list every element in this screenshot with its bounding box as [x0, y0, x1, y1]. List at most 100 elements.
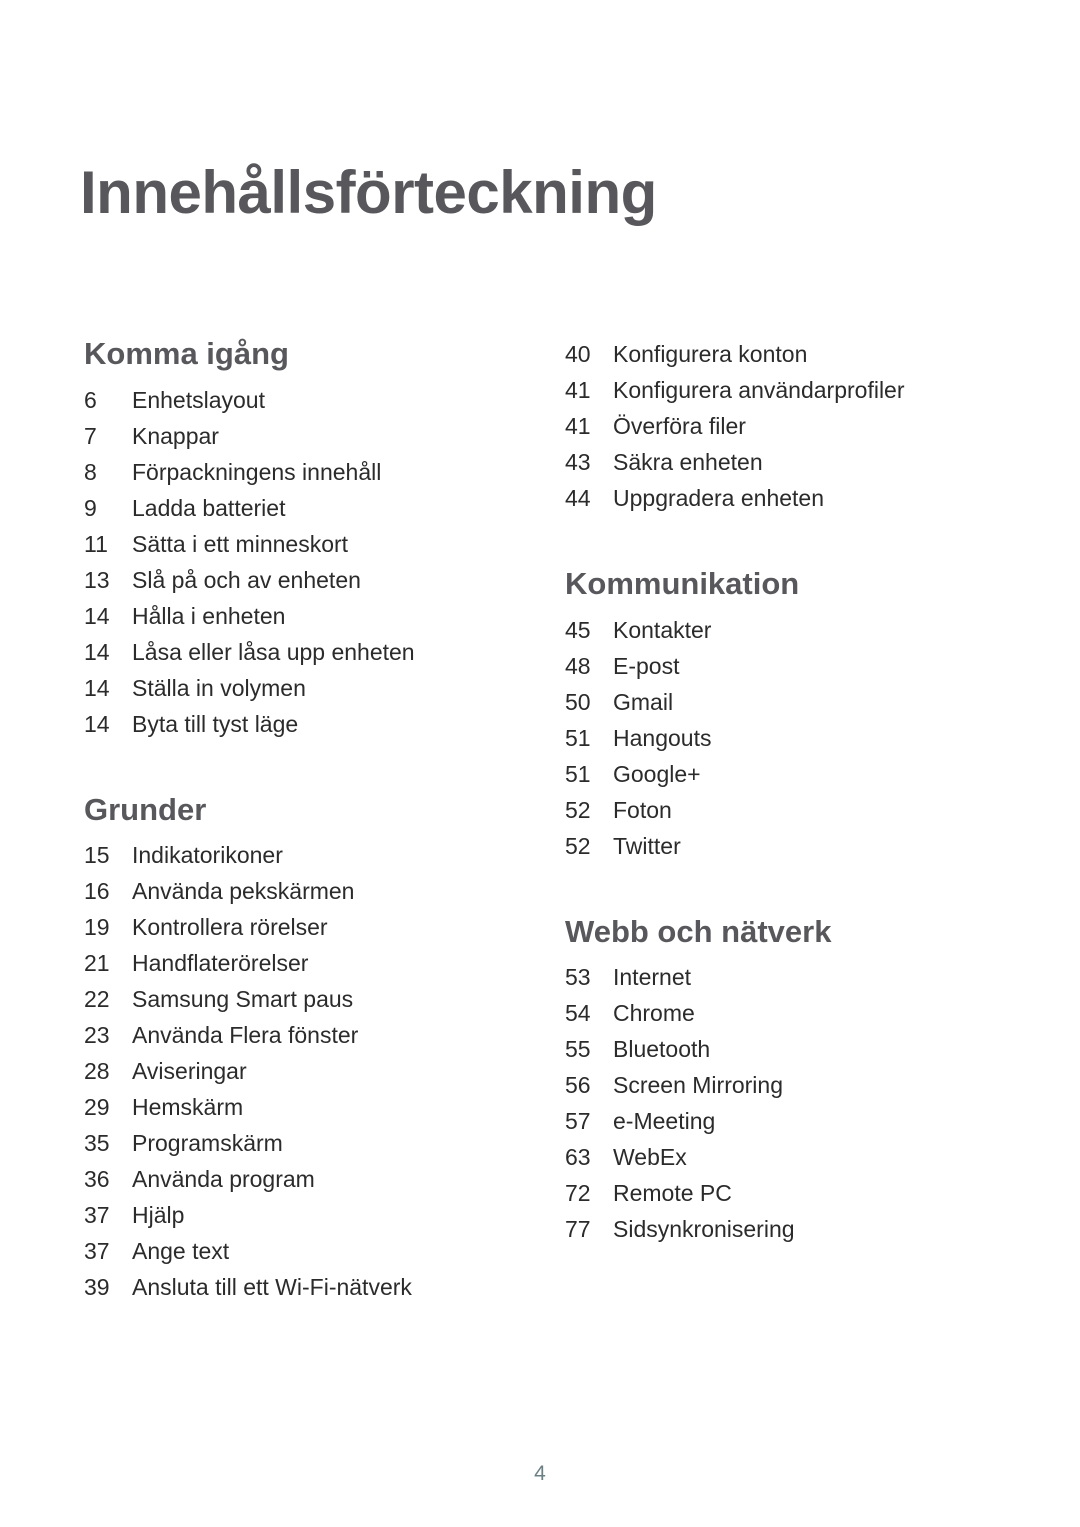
toc-entry[interactable]: 39 Ansluta till ett Wi-Fi-nätverk — [84, 1269, 504, 1305]
toc-entry-page-number: 72 — [565, 1180, 591, 1207]
toc-entry[interactable]: 11 Sätta i ett minneskort — [84, 526, 504, 562]
toc-entry[interactable]: 23 Använda Flera fönster — [84, 1017, 504, 1053]
toc-entry[interactable]: 16 Använda pekskärmen — [84, 873, 504, 909]
toc-entry[interactable]: 9 Ladda batteriet — [84, 490, 504, 526]
toc-entry-label: Använda pekskärmen — [132, 878, 355, 905]
toc-entry-label: Kontakter — [613, 616, 712, 643]
toc-entry-label: Screen Mirroring — [613, 1072, 783, 1099]
toc-entry[interactable]: 36 Använda program — [84, 1161, 504, 1197]
toc-entry[interactable]: 37 Ange text — [84, 1233, 504, 1269]
toc-entry-label: Använda program — [132, 1166, 315, 1193]
toc-entry-page-number: 6 — [84, 386, 97, 413]
toc-column-left: Komma igång 6 Enhetslayout 7 Knappar 8 Förpack… — [84, 336, 504, 1305]
toc-section-heading: Webb och nätverk — [565, 913, 832, 949]
toc-entry[interactable]: 41 Överföra filer — [565, 408, 985, 444]
toc-entry-label: Konfigurera konton — [613, 341, 808, 367]
toc-entry-list: 53 Internet 54 Chrome 55 Bluetooth 56 Screen Mi… — [565, 959, 985, 1247]
toc-entry[interactable]: 40 Konfigurera konton — [565, 336, 985, 372]
toc-entry-page-number: 19 — [84, 914, 110, 941]
toc-entry-page-number: 41 — [565, 413, 591, 439]
toc-entry[interactable]: 43 Säkra enheten — [565, 444, 985, 480]
toc-entry-page-number: 41 — [565, 377, 591, 403]
toc-entry[interactable]: 37 Hjälp — [84, 1197, 504, 1233]
toc-entry-page-number: 8 — [84, 458, 97, 485]
toc-entry-label: Bluetooth — [613, 1036, 711, 1063]
toc-entry[interactable]: 8 Förpackningens innehåll — [84, 454, 504, 490]
toc-entry[interactable]: 28 Aviseringar — [84, 1053, 504, 1089]
toc-entry[interactable]: 41 Konfigurera användarprofiler — [565, 372, 985, 408]
toc-entry[interactable]: 15 Indikatorikoner — [84, 837, 504, 873]
toc-entry[interactable]: 57 e-Meeting — [565, 1103, 985, 1139]
toc-entry-label: Konfigurera användarprofiler — [613, 377, 905, 403]
toc-entry[interactable]: 44 Uppgradera enheten — [565, 480, 985, 516]
page-number-footer: 4 — [534, 1462, 546, 1485]
toc-section: Grunder 15 Indikatorikoner 16 Använda pekskä… — [84, 792, 504, 1306]
toc-entry-page-number: 50 — [565, 688, 591, 715]
page-title: Innehållsförteckning — [80, 159, 657, 227]
toc-entry-page-number: 51 — [565, 724, 591, 751]
toc-entry[interactable]: 77 Sidsynkronisering — [565, 1211, 985, 1247]
toc-entry[interactable]: 56 Screen Mirroring — [565, 1067, 985, 1103]
toc-entry-label: E-post — [613, 652, 680, 679]
toc-entry[interactable]: 52 Twitter — [565, 828, 985, 864]
toc-entry-label: Slå på och av enheten — [132, 566, 361, 593]
toc-entry-page-number: 11 — [84, 530, 108, 557]
toc-entry-page-number: 14 — [84, 710, 110, 737]
toc-entry-label: Använda Flera fönster — [132, 1022, 359, 1049]
toc-section: Webb och nätverk 53 Internet 54 Chrome 55 Blue… — [565, 914, 985, 1248]
toc-entry[interactable]: 14 Ställa in volymen — [84, 670, 504, 706]
toc-entry-label: Säkra enheten — [613, 449, 763, 475]
toc-entry[interactable]: 51 Google+ — [565, 756, 985, 792]
toc-entry-page-number: 37 — [84, 1202, 110, 1229]
toc-entry[interactable]: 50 Gmail — [565, 684, 985, 720]
toc-entry-label: Ladda batteriet — [132, 494, 286, 521]
toc-entry-label: Foton — [613, 796, 672, 823]
toc-entry[interactable]: 22 Samsung Smart paus — [84, 981, 504, 1017]
toc-entry[interactable]: 14 Byta till tyst läge — [84, 706, 504, 742]
toc-entry-page-number: 15 — [84, 842, 110, 869]
toc-entry[interactable]: 55 Bluetooth — [565, 1031, 985, 1067]
toc-entry[interactable]: 14 Låsa eller låsa upp enheten — [84, 634, 504, 670]
toc-entry-label: Chrome — [613, 1000, 695, 1027]
toc-entry-label: Programskärm — [132, 1130, 283, 1157]
toc-entry[interactable]: 63 WebEx — [565, 1139, 985, 1175]
toc-entry-label: Låsa eller låsa upp enheten — [132, 638, 415, 665]
toc-entry-page-number: 13 — [84, 566, 110, 593]
toc-entry-label: Ställa in volymen — [132, 674, 306, 701]
toc-entry[interactable]: 29 Hemskärm — [84, 1089, 504, 1125]
toc-entry-page-number: 7 — [84, 422, 97, 449]
toc-section: Kommunikation 45 Kontakter 48 E-post 50 Gmail 5… — [565, 566, 985, 864]
toc-entry[interactable]: 53 Internet — [565, 959, 985, 995]
toc-entry[interactable]: 45 Kontakter — [565, 612, 985, 648]
toc-entry[interactable]: 6 Enhetslayout — [84, 382, 504, 418]
toc-entry-label: Sidsynkronisering — [613, 1216, 795, 1243]
toc-entry-list: 40 Konfigurera konton 41 Konfigurera använd… — [565, 336, 985, 516]
toc-entry[interactable]: 72 Remote PC — [565, 1175, 985, 1211]
toc-entry-page-number: 14 — [84, 602, 110, 629]
toc-entry-label: e-Meeting — [613, 1108, 716, 1135]
toc-entry[interactable]: 7 Knappar — [84, 418, 504, 454]
toc-entry[interactable]: 35 Programskärm — [84, 1125, 504, 1161]
toc-entry-page-number: 28 — [84, 1058, 110, 1085]
toc-entry[interactable]: 13 Slå på och av enheten — [84, 562, 504, 598]
toc-section-heading: Komma igång — [84, 336, 289, 371]
toc-entry-page-number: 52 — [565, 832, 591, 859]
toc-entry-label: Indikatorikoner — [132, 842, 283, 869]
toc-entry-page-number: 37 — [84, 1238, 110, 1265]
toc-entry[interactable]: 52 Foton — [565, 792, 985, 828]
toc-entry-page-number: 48 — [565, 652, 591, 679]
toc-entry[interactable]: 21 Handflaterörelser — [84, 945, 504, 981]
toc-entry-page-number: 43 — [565, 449, 591, 475]
toc-entry[interactable]: 54 Chrome — [565, 995, 985, 1031]
toc-entry[interactable]: 51 Hangouts — [565, 720, 985, 756]
toc-entry[interactable]: 19 Kontrollera rörelser — [84, 909, 504, 945]
toc-section: Komma igång 6 Enhetslayout 7 Knappar 8 Förpack… — [84, 336, 504, 742]
toc-entry[interactable]: 48 E-post — [565, 648, 985, 684]
toc-entry[interactable]: 14 Hålla i enheten — [84, 598, 504, 634]
toc-entry-page-number: 55 — [565, 1036, 591, 1063]
toc-entry-label: Hangouts — [613, 724, 712, 751]
toc-entry-page-number: 56 — [565, 1072, 591, 1099]
toc-entry-page-number: 39 — [84, 1274, 110, 1301]
toc-entry-label: Google+ — [613, 760, 701, 787]
toc-entry-page-number: 14 — [84, 674, 110, 701]
